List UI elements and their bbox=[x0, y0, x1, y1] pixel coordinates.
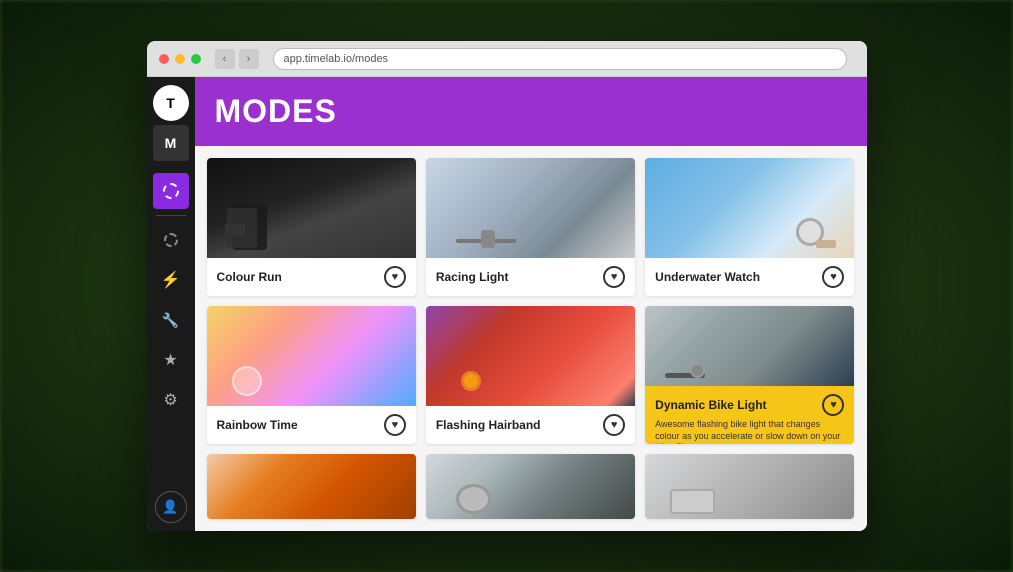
wrench-icon: 🔧 bbox=[162, 312, 179, 329]
sidebar-item-circle[interactable] bbox=[153, 222, 189, 258]
circle-icon bbox=[164, 233, 178, 247]
heart-symbol-6: ♥ bbox=[830, 399, 837, 411]
heart-symbol-5: ♥ bbox=[611, 419, 618, 431]
close-dot[interactable] bbox=[159, 54, 169, 64]
underwater-name: Underwater Watch bbox=[655, 270, 760, 284]
mode-card-colour-run[interactable]: Colour Run ♥ bbox=[207, 158, 416, 296]
heart-symbol: ♥ bbox=[392, 271, 399, 283]
mode-card-hairband[interactable]: Flashing Hairband ♥ bbox=[426, 306, 635, 444]
rainbow-footer: Rainbow Time ♥ bbox=[207, 406, 416, 444]
colour-run-footer: Colour Run ♥ bbox=[207, 258, 416, 296]
racing-light-image bbox=[426, 158, 635, 258]
maximize-dot[interactable] bbox=[191, 54, 201, 64]
rainbow-image bbox=[207, 306, 416, 406]
page-title: MODES bbox=[215, 93, 847, 130]
dynamic-bike-name: Dynamic Bike Light bbox=[655, 398, 766, 412]
dynamic-bike-image bbox=[645, 306, 854, 386]
main-area: MODES Colour Run ♥ bbox=[195, 77, 867, 531]
rainbow-heart[interactable]: ♥ bbox=[384, 414, 406, 436]
colour-run-heart[interactable]: ♥ bbox=[384, 266, 406, 288]
star-icon: ★ bbox=[163, 350, 177, 370]
sidebar-item-star[interactable]: ★ bbox=[153, 342, 189, 378]
mode-card-rainbow[interactable]: Rainbow Time ♥ bbox=[207, 306, 416, 444]
colour-run-name: Colour Run bbox=[217, 270, 282, 284]
user-icon: 👤 bbox=[162, 499, 178, 515]
dynamic-bike-heart[interactable]: ♥ bbox=[822, 394, 844, 416]
mode-card-racing-light[interactable]: Racing Light ♥ bbox=[426, 158, 635, 296]
hairband-footer: Flashing Hairband ♥ bbox=[426, 406, 635, 444]
minimize-dot[interactable] bbox=[175, 54, 185, 64]
mode-card-row3-3[interactable] bbox=[645, 454, 854, 519]
sidebar-item-modes[interactable] bbox=[153, 173, 189, 209]
sidebar: T M ⚡ 🔧 ★ ⚙ bbox=[147, 77, 195, 531]
hairband-image bbox=[426, 306, 635, 406]
sidebar-divider bbox=[156, 215, 186, 216]
app-content: T M ⚡ 🔧 ★ ⚙ bbox=[147, 77, 867, 531]
mode-card-dynamic-bike[interactable]: Dynamic Bike Light ♥ Awesome flashing bi… bbox=[645, 306, 854, 444]
forward-button[interactable]: › bbox=[239, 49, 259, 69]
logo-t[interactable]: T bbox=[153, 85, 189, 121]
page-header: MODES bbox=[195, 77, 867, 146]
underwater-heart[interactable]: ♥ bbox=[822, 266, 844, 288]
hairband-heart[interactable]: ♥ bbox=[603, 414, 625, 436]
sidebar-item-gear[interactable]: ⚙ bbox=[153, 382, 189, 418]
logo-m[interactable]: M bbox=[153, 125, 189, 161]
mode-card-underwater[interactable]: Underwater Watch ♥ bbox=[645, 158, 854, 296]
underwater-image bbox=[645, 158, 854, 258]
bolt-icon: ⚡ bbox=[161, 270, 181, 290]
racing-light-footer: Racing Light ♥ bbox=[426, 258, 635, 296]
sidebar-item-wrench[interactable]: 🔧 bbox=[153, 302, 189, 338]
racing-light-heart[interactable]: ♥ bbox=[603, 266, 625, 288]
heart-symbol-2: ♥ bbox=[611, 271, 618, 283]
address-bar[interactable]: app.timelab.io/modes bbox=[273, 48, 847, 70]
row3-1-image bbox=[207, 454, 416, 519]
dynamic-bike-desc: Awesome flashing bike light that changes… bbox=[655, 419, 844, 444]
modes-grid: Colour Run ♥ Racing Light bbox=[195, 146, 867, 531]
heart-symbol-3: ♥ bbox=[830, 271, 837, 283]
browser-nav: ‹ › bbox=[215, 49, 259, 69]
sidebar-item-bolt[interactable]: ⚡ bbox=[153, 262, 189, 298]
hairband-name: Flashing Hairband bbox=[436, 418, 541, 432]
modes-sun-icon bbox=[163, 183, 179, 199]
dynamic-bike-title-row: Dynamic Bike Light ♥ bbox=[655, 394, 844, 416]
underwater-footer: Underwater Watch ♥ bbox=[645, 258, 854, 296]
browser-chrome: ‹ › app.timelab.io/modes bbox=[147, 41, 867, 77]
heart-symbol-4: ♥ bbox=[392, 419, 399, 431]
rainbow-name: Rainbow Time bbox=[217, 418, 298, 432]
back-button[interactable]: ‹ bbox=[215, 49, 235, 69]
racing-light-name: Racing Light bbox=[436, 270, 509, 284]
mode-card-row3-2[interactable] bbox=[426, 454, 635, 519]
sidebar-item-user[interactable]: 👤 bbox=[155, 491, 187, 523]
row3-3-image bbox=[645, 454, 854, 519]
gear-icon: ⚙ bbox=[163, 390, 177, 410]
mode-card-row3-1[interactable] bbox=[207, 454, 416, 519]
colour-run-image bbox=[207, 158, 416, 258]
dynamic-bike-footer: Dynamic Bike Light ♥ Awesome flashing bi… bbox=[645, 386, 854, 444]
browser-window: ‹ › app.timelab.io/modes T M bbox=[147, 41, 867, 531]
row3-2-image bbox=[426, 454, 635, 519]
